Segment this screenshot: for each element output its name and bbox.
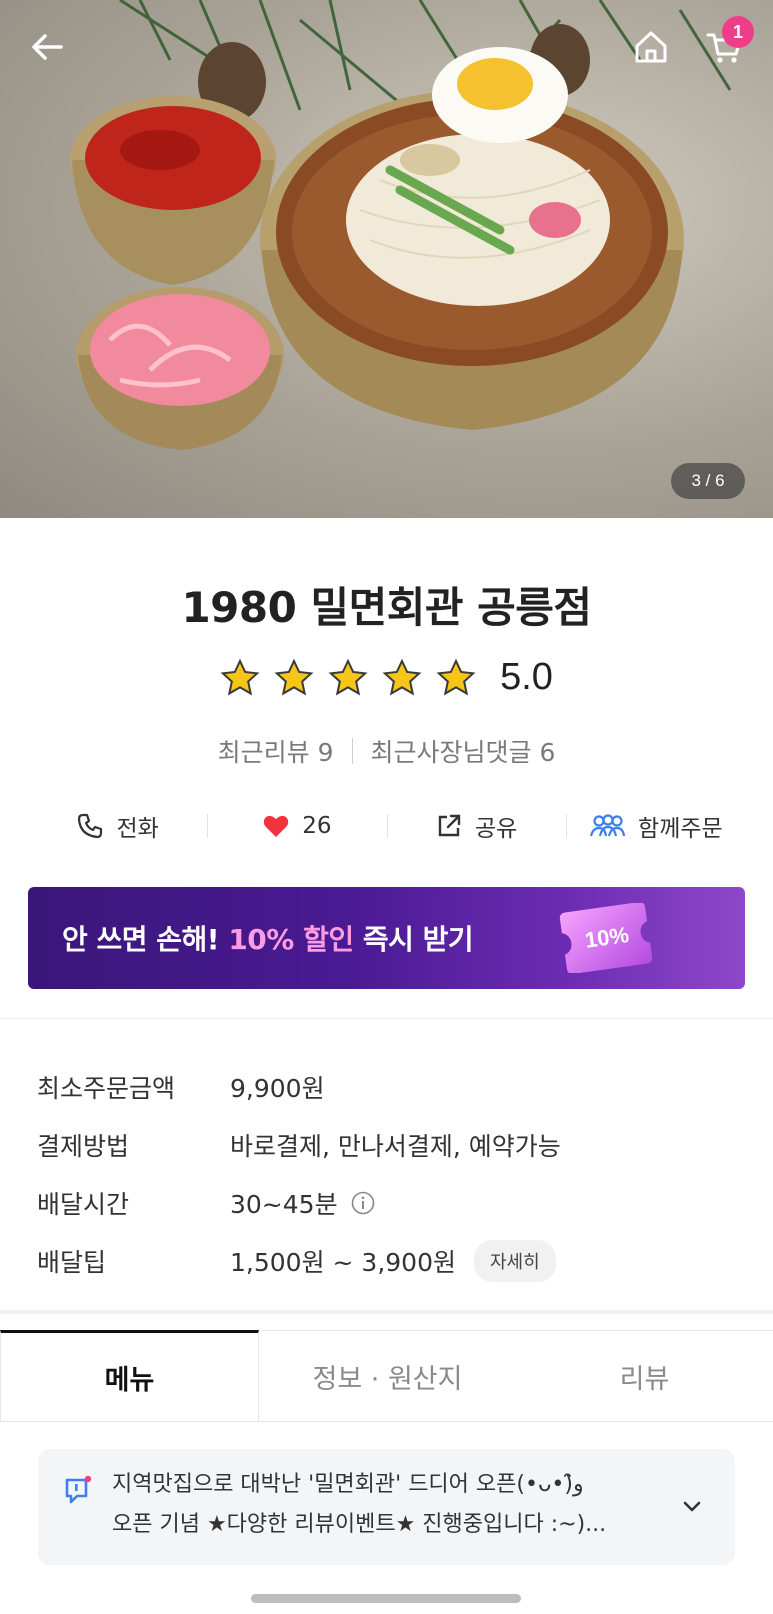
tab-info-origin[interactable]: 정보 · 원산지 <box>259 1330 516 1421</box>
food-photo <box>70 0 732 450</box>
delivery-time-group: 30~45분 <box>230 1185 376 1221</box>
group-order-label: 함께주문 <box>638 816 723 842</box>
info-icon[interactable] <box>350 1190 376 1216</box>
owner-replies-count[interactable]: 최근사장님댓글 6 <box>371 733 556 769</box>
delivery-time-label: 배달시간 <box>37 1190 130 1219</box>
coupon-ticket-icon: 10% <box>559 903 653 973</box>
home-button[interactable] <box>626 22 676 72</box>
delivery-tip-value: 1,500원 ~ 3,900원 <box>230 1248 456 1277</box>
store-tabs: 메뉴 정보 · 원산지 리뷰 <box>0 1330 773 1422</box>
call-label: 전화 <box>116 816 159 842</box>
delivery-tip-label: 배달팁 <box>37 1248 107 1277</box>
store-notice[interactable]: 지역맛집으로 대박난 '밀면회관' 드디어 오픈(•ᴗ•)و̑̑ 오픈 기념 ★… <box>38 1449 735 1565</box>
tab-reviews[interactable]: 리뷰 <box>516 1330 773 1421</box>
back-arrow-icon <box>32 34 63 60</box>
home-indicator[interactable] <box>251 1594 521 1603</box>
info-row-payment: 결제방법 바로결제, 만나서결제, 예약가능 <box>37 1116 737 1174</box>
call-button[interactable]: 전화 <box>28 802 207 850</box>
phone-icon <box>78 813 103 839</box>
review-summary[interactable]: 최근리뷰 9 최근사장님댓글 6 <box>0 733 773 769</box>
section-divider <box>0 1018 773 1019</box>
delivery-tip-group: 1,500원 ~ 3,900원 자세히 <box>230 1240 556 1282</box>
info-row-delivery-tip: 배달팁 1,500원 ~ 3,900원 자세히 <box>37 1232 737 1290</box>
recent-reviews-count[interactable]: 최근리뷰 9 <box>218 733 334 769</box>
star-icon <box>328 658 368 695</box>
store-name: 1980 밀면회관 공릉점 <box>181 583 592 632</box>
like-count: 26 <box>302 813 332 839</box>
notice-text: 지역맛집으로 대박난 '밀면회관' 드디어 오픈(•ᴗ•)و̑̑ 오픈 기념 ★… <box>112 1449 667 1565</box>
section-divider-thick <box>0 1310 773 1314</box>
tab-menu[interactable]: 메뉴 <box>0 1330 259 1421</box>
group-icon <box>589 814 626 837</box>
home-icon <box>635 31 667 63</box>
info-row-delivery-time: 배달시간 30~45분 <box>37 1174 737 1232</box>
group-order-button[interactable]: 함께주문 <box>565 802 745 850</box>
image-pager: 3 / 6 <box>671 463 745 499</box>
heart-icon <box>263 815 289 837</box>
rating-row[interactable]: 5.0 <box>0 656 773 699</box>
payment-label: 결제방법 <box>37 1132 130 1161</box>
discount-banner[interactable]: 안 쓰면 손해! 10% 할인 즉시 받기 10% <box>28 887 745 989</box>
share-button[interactable]: 공유 <box>386 802 566 850</box>
star-icon <box>220 658 260 695</box>
info-row-min-order: 최소주문금액 9,900원 <box>37 1058 737 1116</box>
rating-value: 5.0 <box>500 656 553 698</box>
payment-value: 바로결제, 만나서결제, 예약가능 <box>230 1132 561 1161</box>
star-icon <box>274 658 314 695</box>
notice-icon <box>65 1475 92 1504</box>
min-order-label: 최소주문금액 <box>37 1074 176 1103</box>
share-icon <box>438 814 461 837</box>
divider <box>351 738 353 764</box>
back-button[interactable] <box>22 22 72 72</box>
notice-line-2: 오픈 기념 ★다양한 리뷰이벤트★ 진행중입니다 :~)... <box>112 1512 607 1537</box>
cart-button[interactable]: 1 <box>700 16 754 72</box>
banner-text: 안 쓰면 손해! 10% 할인 즉시 받기 <box>62 923 474 956</box>
cart-count-badge: 1 <box>722 16 754 48</box>
star-icon <box>382 658 422 695</box>
store-hero-image[interactable]: 1 3 / 6 <box>0 0 773 518</box>
chevron-down-icon[interactable] <box>677 1491 707 1521</box>
delivery-time-value: 30~45분 <box>230 1190 338 1219</box>
store-info-table: 최소주문금액 9,900원 결제방법 바로결제, 만나서결제, 예약가능 배달시… <box>37 1058 737 1290</box>
min-order-value: 9,900원 <box>230 1074 325 1103</box>
star-icon <box>436 658 476 695</box>
action-bar: 전화 26 공유 함께주문 <box>28 802 745 850</box>
share-label: 공유 <box>474 816 518 842</box>
like-button[interactable]: 26 <box>207 802 386 850</box>
notice-line-1: 지역맛집으로 대박난 '밀면회관' 드디어 오픈(•ᴗ•)و̑̑ <box>112 1472 584 1497</box>
delivery-tip-detail-button[interactable]: 자세히 <box>473 1240 556 1282</box>
